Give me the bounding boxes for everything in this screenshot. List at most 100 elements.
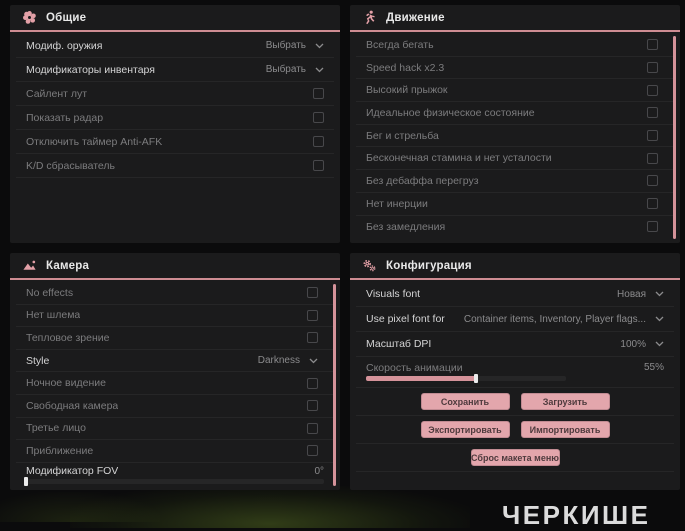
checkbox[interactable] bbox=[307, 332, 318, 344]
dropdown[interactable]: Container items, Inventory, Player flags… bbox=[464, 314, 664, 325]
dropdown-value: Новая bbox=[617, 288, 646, 300]
checkbox[interactable] bbox=[307, 287, 318, 299]
settings-row: Visuals font Новая bbox=[356, 282, 674, 307]
settings-row: Speed hack x2.3 bbox=[356, 57, 674, 80]
reset-menu-layout-button[interactable]: Сброс макета меню bbox=[470, 449, 560, 466]
gears-icon bbox=[362, 258, 377, 273]
setting-label: Высокий прыжок bbox=[366, 84, 448, 97]
settings-row: Модификаторы инвентаря Выбрать bbox=[16, 58, 334, 82]
slider-handle[interactable] bbox=[24, 477, 28, 487]
settings-row: Скорость анимации 55% bbox=[356, 357, 674, 385]
settings-row: Style Darkness bbox=[16, 350, 334, 373]
background-glow bbox=[70, 486, 470, 528]
import-button[interactable]: Импортировать bbox=[520, 421, 610, 438]
checkbox[interactable] bbox=[647, 62, 658, 74]
panel-config: Конфигурация Visuals font Новая Use pixel … bbox=[350, 253, 680, 490]
checkbox[interactable] bbox=[313, 136, 324, 147]
watermark-text: ЧЕРКИШЕ bbox=[502, 500, 651, 530]
button-row: Сохранить Загрузить bbox=[356, 387, 674, 415]
checkbox[interactable] bbox=[307, 377, 318, 389]
setting-label: Третье лицо bbox=[26, 422, 86, 435]
settings-row: Сайлент лут bbox=[16, 82, 334, 106]
settings-row: Тепловое зрение bbox=[16, 327, 334, 350]
checkbox[interactable] bbox=[647, 39, 658, 51]
setting-label: Свободная камера bbox=[26, 399, 119, 412]
checkbox[interactable] bbox=[313, 112, 324, 123]
settings-rows: Всегда бегать Speed hack x2.3 Высокий прыж… bbox=[356, 34, 674, 238]
setting-label: No effects bbox=[26, 286, 74, 299]
setting-label: Style bbox=[26, 354, 50, 367]
image-icon bbox=[22, 258, 37, 273]
settings-row: Бесконечная стамина и нет усталости bbox=[356, 147, 674, 171]
setting-label: Бег и стрельба bbox=[366, 129, 439, 142]
checkbox[interactable] bbox=[313, 160, 324, 171]
slider-handle[interactable] bbox=[474, 373, 478, 383]
chevron-down-icon bbox=[655, 316, 664, 322]
settings-row: Идеальное физическое состояние bbox=[356, 102, 674, 125]
chevron-down-icon bbox=[315, 43, 324, 49]
runner-icon bbox=[362, 10, 377, 25]
checkbox[interactable] bbox=[647, 84, 658, 96]
setting-label: Бесконечная стамина и нет усталости bbox=[366, 152, 552, 165]
panel-movement-header: Движение bbox=[350, 5, 680, 32]
settings-row: No effects bbox=[16, 282, 334, 305]
chevron-down-icon bbox=[655, 341, 664, 347]
settings-row: Отключить таймер Anti-AFK bbox=[16, 130, 334, 154]
save-button[interactable]: Сохранить bbox=[420, 393, 510, 410]
slider-track[interactable] bbox=[24, 477, 324, 487]
export-button[interactable]: Экспортировать bbox=[420, 421, 510, 438]
settings-row: Без дебаффа перегруз bbox=[356, 170, 674, 193]
panel-general-header: Общие bbox=[10, 5, 340, 32]
dropdown[interactable]: Новая bbox=[617, 289, 664, 300]
slider-row-top: Скорость анимации 55% bbox=[366, 362, 664, 374]
checkbox[interactable] bbox=[647, 198, 658, 210]
settings-row: Ночное видение bbox=[16, 372, 334, 395]
load-button[interactable]: Загрузить bbox=[520, 393, 610, 410]
settings-row: Бег и стрельба bbox=[356, 125, 674, 148]
setting-label: Visuals font bbox=[366, 288, 421, 300]
setting-label: Speed hack x2.3 bbox=[366, 61, 445, 74]
dropdown[interactable]: 100% bbox=[620, 339, 664, 350]
setting-label: Показать радар bbox=[26, 111, 104, 124]
setting-label: Приближение bbox=[26, 444, 94, 457]
checkbox[interactable] bbox=[647, 130, 658, 142]
slider-value: 55% bbox=[643, 362, 664, 373]
settings-rows: Модиф. оружия Выбрать Модификаторы инвента… bbox=[16, 34, 334, 178]
settings-row: Свободная камера bbox=[16, 395, 334, 418]
checkbox[interactable] bbox=[313, 88, 324, 99]
panel-title: Общие bbox=[46, 11, 87, 24]
button-row: Экспортировать Импортировать bbox=[356, 415, 674, 443]
setting-label: Без дебаффа перегруз bbox=[366, 174, 479, 187]
button-row: Сброс макета меню bbox=[356, 443, 674, 472]
dropdown[interactable]: Выбрать bbox=[266, 64, 324, 75]
slider-row-top: Модификатор FOV 0° bbox=[26, 465, 324, 477]
settings-row: Приближение bbox=[16, 440, 334, 463]
dropdown-value: 100% bbox=[620, 338, 646, 350]
checkbox[interactable] bbox=[307, 445, 318, 457]
checkbox[interactable] bbox=[307, 309, 318, 321]
dropdown[interactable]: Darkness bbox=[258, 355, 318, 366]
checkbox[interactable] bbox=[647, 152, 658, 164]
scrollbar[interactable] bbox=[673, 36, 676, 239]
setting-label: Всегда бегать bbox=[366, 38, 434, 51]
dropdown-value: Выбрать bbox=[265, 40, 306, 51]
settings-rows: Visuals font Новая Use pixel font for Conta… bbox=[356, 282, 674, 385]
slider-track[interactable] bbox=[366, 373, 566, 383]
dropdown[interactable]: Выбрать bbox=[266, 40, 324, 51]
checkbox[interactable] bbox=[647, 107, 658, 119]
settings-row: Нет шлема bbox=[16, 305, 334, 328]
setting-label: Сайлент лут bbox=[26, 87, 88, 100]
checkbox[interactable] bbox=[647, 175, 658, 187]
panel-movement: Движение Всегда бегать Speed hack x2.3 Выс… bbox=[350, 5, 680, 243]
scrollbar[interactable] bbox=[333, 284, 336, 486]
checkbox[interactable] bbox=[647, 221, 658, 233]
background-glow bbox=[0, 492, 160, 522]
checkbox[interactable] bbox=[307, 400, 318, 412]
setting-label: Нет инерции bbox=[366, 197, 428, 210]
flower-gear-icon bbox=[22, 10, 37, 25]
settings-row: K/D сбрасыватель bbox=[16, 154, 334, 178]
checkbox[interactable] bbox=[307, 422, 318, 434]
settings-rows: No effects Нет шлема Тепловое зрение Style D… bbox=[16, 282, 334, 487]
panel-camera: Камера No effects Нет шлема Тепловое зрени… bbox=[10, 253, 340, 490]
settings-row: Без замедления bbox=[356, 216, 674, 239]
